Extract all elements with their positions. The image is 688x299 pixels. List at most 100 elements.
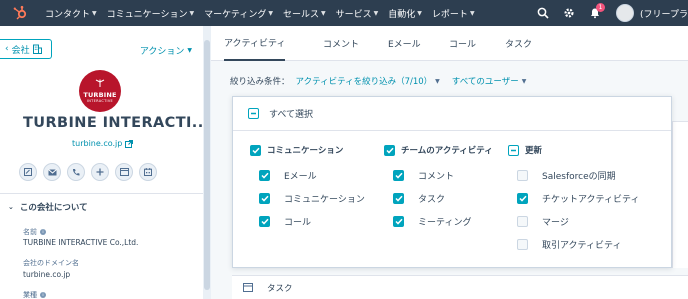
- nav-contacts[interactable]: コンタクト ▼: [40, 7, 102, 20]
- option-label: 取引アクティビティ: [542, 241, 622, 251]
- group-updates[interactable]: 更新: [508, 144, 542, 156]
- activity-filter-text: アクティビティを絞り込み（7/10）: [295, 77, 433, 87]
- back-to-companies-button[interactable]: ‹ 会社: [0, 39, 52, 59]
- property-value-domain[interactable]: turbine.co.jp: [23, 270, 70, 279]
- note-action-button[interactable]: [19, 163, 37, 181]
- bell-icon[interactable]: 1: [582, 0, 608, 26]
- activity-filter-dropdown[interactable]: アクティビティを絞り込み（7/10） ▼: [296, 75, 440, 87]
- external-link-icon: [125, 139, 134, 148]
- tab-label: タスク: [505, 40, 533, 50]
- about-section-toggle[interactable]: ⌄ この会社について: [8, 201, 88, 213]
- nav-marketing-label: マーケティング: [204, 9, 267, 20]
- group-checkbox[interactable]: [250, 144, 261, 156]
- chevron-down-icon: ⌄: [8, 203, 14, 211]
- hubspot-logo-icon[interactable]: [0, 0, 40, 26]
- option-task[interactable]: タスク: [393, 192, 445, 205]
- option-checkbox[interactable]: [517, 216, 528, 227]
- building-icon: [32, 44, 42, 54]
- logo-text-main: TURBINE: [83, 91, 117, 99]
- top-navigation: コンタクト ▼ コミュニケーション ▼ マーケティング ▼ セールス ▼ サービス ▼ 自…: [0, 0, 688, 26]
- call-action-button[interactable]: [67, 163, 85, 181]
- option-checkbox[interactable]: [259, 216, 270, 227]
- select-all-row[interactable]: すべて選択: [233, 97, 671, 131]
- option-note[interactable]: コメント: [393, 169, 454, 182]
- property-label-industry: 業種 i: [23, 290, 46, 299]
- account-name[interactable]: (フリープラ: [640, 7, 688, 20]
- group-team-activity[interactable]: チームのアクティビティ: [384, 144, 493, 156]
- search-icon[interactable]: [530, 0, 556, 26]
- option-email[interactable]: Eメール: [259, 169, 317, 182]
- nav-sales-label: セールス: [283, 9, 320, 20]
- tab-tasks[interactable]: タスク: [505, 26, 532, 61]
- property-label-domain: 会社のドメイン名: [23, 258, 79, 268]
- tab-label: コメント: [323, 40, 360, 50]
- select-all-checkbox[interactable]: [248, 108, 259, 119]
- option-ticket-activity[interactable]: チケットアクティビティ: [517, 192, 639, 205]
- option-checkbox[interactable]: [517, 239, 528, 250]
- option-checkbox[interactable]: [517, 193, 528, 204]
- add-action-button[interactable]: [91, 163, 109, 181]
- option-communication[interactable]: コミュニケーション: [259, 192, 365, 205]
- option-checkbox[interactable]: [259, 193, 270, 204]
- option-checkbox[interactable]: [259, 170, 270, 181]
- option-label: ミーティング: [418, 218, 472, 228]
- nav-contacts-label: コンタクト: [45, 9, 91, 20]
- option-checkbox[interactable]: [393, 193, 404, 204]
- option-salesforce-sync[interactable]: Salesforceの同期: [517, 169, 616, 182]
- company-logo: TURBINE INTERACTIVE: [79, 70, 121, 112]
- envelope-icon: [47, 168, 57, 175]
- group-checkbox[interactable]: [384, 144, 395, 156]
- tab-email[interactable]: Eメール: [388, 26, 421, 61]
- company-name-text: TURBINE INTERACTI...: [23, 115, 210, 131]
- group-communication[interactable]: コミュニケーション: [250, 144, 343, 156]
- group-label: チームのアクティビティ: [401, 146, 493, 156]
- option-deal-activity[interactable]: 取引アクティビティ: [517, 238, 621, 251]
- chevron-down-icon: ▼: [373, 9, 379, 17]
- nav-communications[interactable]: コミュニケーション ▼: [102, 7, 199, 20]
- nav-marketing[interactable]: マーケティング ▼: [199, 7, 278, 20]
- property-label-text: 業種: [23, 291, 37, 299]
- info-icon: i: [40, 292, 46, 298]
- tab-calls[interactable]: コール: [449, 26, 476, 61]
- property-label-name: 名前 i: [23, 227, 46, 237]
- timeline-task-label: タスク: [267, 283, 293, 294]
- company-domain-link[interactable]: turbine.co.jp: [72, 139, 134, 148]
- company-name: TURBINE INTERACTI...: [23, 115, 226, 131]
- group-checkbox[interactable]: [508, 144, 519, 156]
- option-call[interactable]: コール: [259, 215, 311, 228]
- nav-reports[interactable]: レポート ▼: [427, 7, 480, 20]
- group-label: コミュニケーション: [267, 146, 344, 156]
- actions-menu[interactable]: アクション ▼: [140, 44, 192, 57]
- user-filter-dropdown[interactable]: すべてのユーザー ▼: [452, 75, 527, 87]
- chevron-down-icon: ▼: [435, 77, 440, 85]
- nav-communications-label: コミュニケーション: [106, 9, 188, 20]
- gear-icon[interactable]: [556, 0, 582, 26]
- actions-label: アクション: [139, 47, 185, 57]
- activity-tabs: アクティビティ コメント Eメール コール タスク: [211, 26, 688, 61]
- email-action-button[interactable]: [43, 163, 61, 181]
- option-label: Eメール: [284, 172, 317, 182]
- option-checkbox[interactable]: [517, 170, 528, 181]
- nav-service-label: サービス: [335, 9, 372, 20]
- sidebar-scrollbar-thumb[interactable]: [204, 40, 210, 290]
- nav-automation[interactable]: 自動化 ▼: [383, 7, 427, 20]
- option-merge[interactable]: マージ: [517, 215, 569, 228]
- option-label: コール: [284, 218, 312, 228]
- task-icon: [243, 283, 253, 292]
- back-button-label: 会社: [11, 45, 30, 56]
- user-avatar[interactable]: [616, 4, 635, 22]
- note-icon: [24, 168, 32, 176]
- tab-activity[interactable]: アクティビティ: [224, 26, 286, 61]
- option-checkbox[interactable]: [393, 170, 404, 181]
- nav-service[interactable]: サービス ▼: [331, 7, 384, 20]
- meeting-action-button[interactable]: [139, 163, 157, 181]
- tab-notes[interactable]: コメント: [323, 26, 359, 61]
- property-value-name[interactable]: TURBINE INTERACTIVE Co.,Ltd.: [23, 238, 138, 247]
- log-action-button[interactable]: [115, 163, 133, 181]
- nav-sales[interactable]: セールス ▼: [278, 7, 331, 20]
- notification-badge: 1: [596, 3, 606, 12]
- timeline-task-item[interactable]: タスク: [232, 275, 688, 299]
- option-meeting[interactable]: ミーティング: [393, 215, 471, 228]
- info-icon: i: [40, 229, 46, 235]
- option-checkbox[interactable]: [393, 216, 404, 227]
